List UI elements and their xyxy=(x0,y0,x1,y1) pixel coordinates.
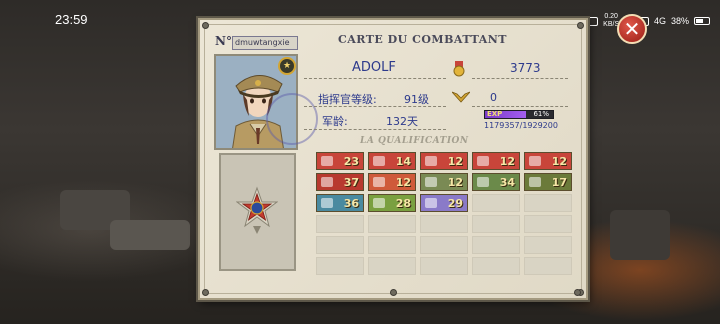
qualification-title: LA QUALIFICATION xyxy=(360,136,469,146)
medal-count: 3773 xyxy=(510,61,541,75)
qualification-badge[interactable]: 12 xyxy=(420,152,468,170)
empty-qualification-slot xyxy=(472,215,520,233)
stamp-seal xyxy=(266,93,318,145)
empty-qualification-slot xyxy=(472,236,520,254)
service-age-label: 军龄: xyxy=(322,115,348,128)
clock: 23:59 xyxy=(55,12,88,27)
qualification-badge[interactable]: 28 xyxy=(368,194,416,212)
armor-icon xyxy=(477,177,489,187)
vehicle-icon xyxy=(321,198,333,208)
qualification-value: 23 xyxy=(343,154,359,168)
divider xyxy=(304,129,446,130)
status-icons: 0.20 KB/S ◠ 4G 38% xyxy=(586,13,710,29)
qualification-value: 29 xyxy=(447,196,463,210)
qualification-badge[interactable]: 14 xyxy=(368,152,416,170)
qualification-value: 14 xyxy=(395,154,411,168)
shell-icon xyxy=(373,177,385,187)
level-value: 91级 xyxy=(404,93,429,106)
level-label: 指挥官等级: xyxy=(318,93,377,106)
rubble-rock xyxy=(110,220,190,250)
qualification-badge[interactable]: 23 xyxy=(316,152,364,170)
qualification-badge[interactable]: 17 xyxy=(524,173,572,191)
divider xyxy=(472,78,568,79)
qualification-value: 12 xyxy=(447,154,463,168)
qualification-badge[interactable]: 37 xyxy=(316,173,364,191)
qualification-value: 12 xyxy=(447,175,463,189)
qualification-badge[interactable]: 12 xyxy=(368,173,416,191)
qualification-value: 37 xyxy=(343,175,359,189)
battery-percent: 38% xyxy=(670,16,689,26)
empty-qualification-slot xyxy=(316,257,364,275)
medal-icon xyxy=(452,61,466,77)
empty-qualification-slot xyxy=(524,194,572,212)
empty-qualification-slot xyxy=(420,236,468,254)
exp-progress-text: 1179357/1929200 xyxy=(484,121,558,130)
supply-icon xyxy=(373,198,385,208)
tank-icon xyxy=(425,177,437,187)
grenade-icon xyxy=(373,156,385,166)
network-label: 4G xyxy=(653,16,666,26)
qualification-badge[interactable]: 34 xyxy=(472,173,520,191)
rivet-icon xyxy=(202,289,209,296)
empty-qualification-slot xyxy=(316,236,364,254)
divider xyxy=(304,78,446,79)
rivet-icon xyxy=(390,289,397,296)
rivet-icon xyxy=(574,289,581,296)
empty-qualification-slot xyxy=(524,236,572,254)
truck-icon xyxy=(529,177,541,187)
flamethrower-icon xyxy=(529,156,541,166)
rifle-icon xyxy=(477,156,489,166)
rank-badge-icon: ★ xyxy=(278,57,296,75)
qualification-value: 17 xyxy=(551,175,567,189)
commander-name: ADOLF xyxy=(352,60,396,75)
qualification-value: 36 xyxy=(343,196,359,210)
qualification-value: 28 xyxy=(395,196,411,210)
exp-label: EXP xyxy=(487,110,503,118)
empty-qualification-slot xyxy=(472,257,520,275)
qualification-badge[interactable]: 12 xyxy=(524,152,572,170)
rubble-rock xyxy=(610,210,670,260)
qualification-value: 12 xyxy=(551,154,567,168)
divider xyxy=(472,106,568,107)
trophy-icon xyxy=(425,198,437,208)
rank-value: 0 xyxy=(490,91,497,104)
rank-wings-icon xyxy=(451,89,471,103)
battery-icon xyxy=(694,17,710,25)
qualification-value: 12 xyxy=(395,175,411,189)
qualification-value: 12 xyxy=(499,154,515,168)
username-field: dmuwtangxie xyxy=(232,36,298,50)
shotgun-icon xyxy=(321,177,333,187)
empty-qualification-slot xyxy=(524,257,572,275)
empty-qualification-slot xyxy=(420,215,468,233)
empty-qualification-slot xyxy=(368,257,416,275)
empty-qualification-slot xyxy=(368,215,416,233)
red-star-medal-icon xyxy=(235,186,279,236)
close-icon: ✕ xyxy=(623,17,641,41)
qualification-badge[interactable]: 29 xyxy=(420,194,468,212)
rivet-icon xyxy=(202,22,209,29)
empty-qualification-slot xyxy=(316,215,364,233)
exp-percent: 61% xyxy=(533,110,549,118)
qualification-badge[interactable]: 36 xyxy=(316,194,364,212)
rocket-icon xyxy=(425,156,437,166)
divider xyxy=(304,106,446,107)
qualification-badge[interactable]: 12 xyxy=(472,152,520,170)
bazooka-icon xyxy=(321,156,333,166)
empty-qualification-slot xyxy=(368,236,416,254)
close-button[interactable]: ✕ xyxy=(617,14,647,44)
qualification-value: 34 xyxy=(499,175,515,189)
exp-bar: EXP 61% xyxy=(484,110,554,119)
number-label: N° xyxy=(215,34,232,48)
service-age-value: 132天 xyxy=(386,115,418,128)
rivet-icon xyxy=(577,22,584,29)
empty-qualification-slot xyxy=(420,257,468,275)
qualification-badge[interactable]: 12 xyxy=(420,173,468,191)
empty-qualification-slot xyxy=(524,215,572,233)
card-title: CARTE DU COMBATTANT xyxy=(338,33,507,46)
empty-qualification-slot xyxy=(472,194,520,212)
